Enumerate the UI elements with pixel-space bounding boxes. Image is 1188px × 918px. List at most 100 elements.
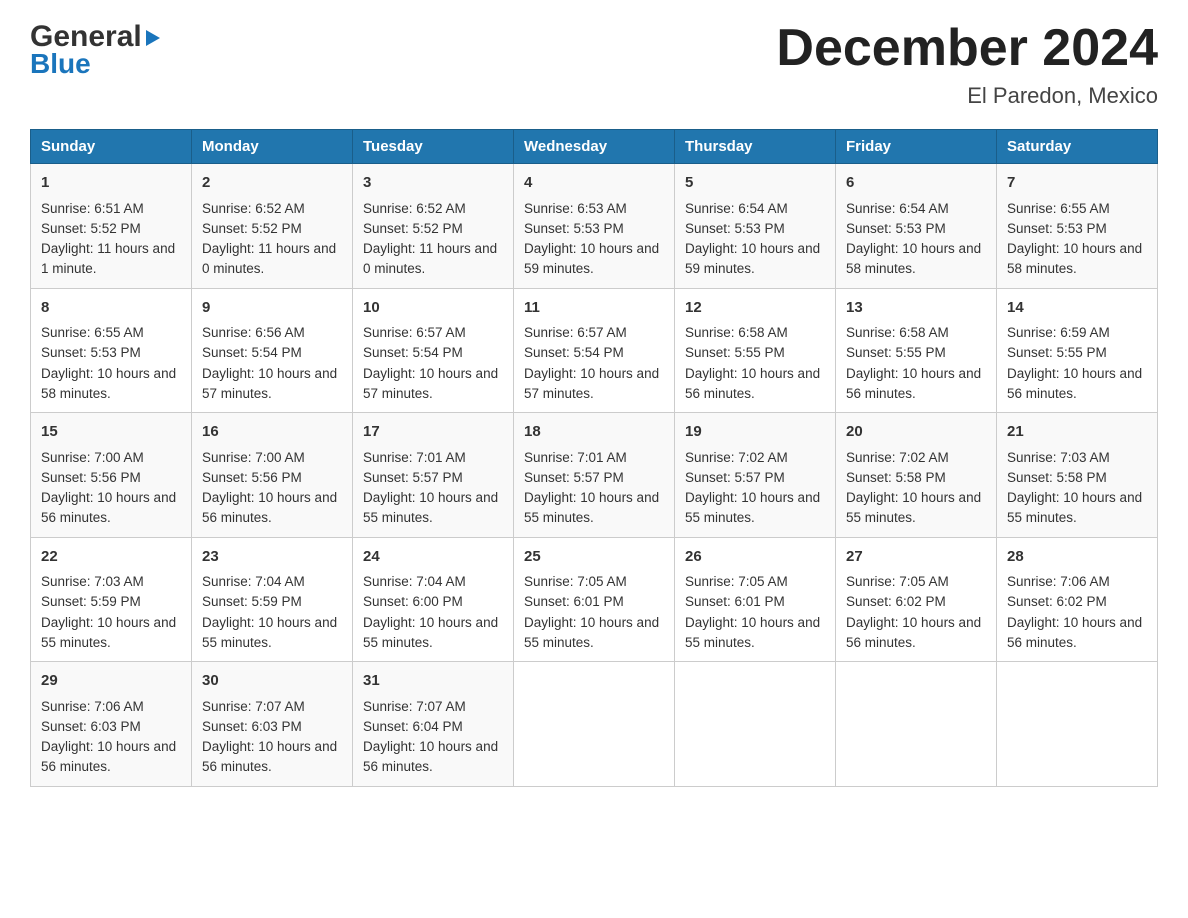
day-number: 27 xyxy=(846,546,986,569)
sunset-text: Sunset: 5:53 PM xyxy=(1007,221,1107,236)
sunset-text: Sunset: 5:59 PM xyxy=(202,594,302,609)
daylight-text: Daylight: 11 hours and 0 minutes. xyxy=(202,241,336,276)
sunset-text: Sunset: 5:57 PM xyxy=(524,470,624,485)
sunset-text: Sunset: 5:58 PM xyxy=(846,470,946,485)
calendar-cell: 7Sunrise: 6:55 AMSunset: 5:53 PMDaylight… xyxy=(997,164,1158,289)
daylight-text: Daylight: 10 hours and 58 minutes. xyxy=(846,241,981,276)
calendar-cell: 28Sunrise: 7:06 AMSunset: 6:02 PMDayligh… xyxy=(997,537,1158,662)
sunrise-text: Sunrise: 7:03 AM xyxy=(1007,450,1110,465)
day-number: 17 xyxy=(363,421,503,444)
sunset-text: Sunset: 6:02 PM xyxy=(1007,594,1107,609)
sunrise-text: Sunrise: 6:58 AM xyxy=(685,325,788,340)
day-number: 15 xyxy=(41,421,181,444)
sunrise-text: Sunrise: 7:00 AM xyxy=(41,450,144,465)
sunset-text: Sunset: 5:58 PM xyxy=(1007,470,1107,485)
daylight-text: Daylight: 10 hours and 59 minutes. xyxy=(524,241,659,276)
sunrise-text: Sunrise: 6:54 AM xyxy=(846,201,949,216)
calendar-week-row: 8Sunrise: 6:55 AMSunset: 5:53 PMDaylight… xyxy=(31,288,1158,413)
calendar-cell: 21Sunrise: 7:03 AMSunset: 5:58 PMDayligh… xyxy=(997,413,1158,538)
calendar-cell: 30Sunrise: 7:07 AMSunset: 6:03 PMDayligh… xyxy=(192,662,353,787)
daylight-text: Daylight: 10 hours and 56 minutes. xyxy=(846,366,981,401)
calendar-cell: 23Sunrise: 7:04 AMSunset: 5:59 PMDayligh… xyxy=(192,537,353,662)
day-number: 4 xyxy=(524,172,664,195)
sunrise-text: Sunrise: 7:01 AM xyxy=(363,450,466,465)
sunset-text: Sunset: 6:00 PM xyxy=(363,594,463,609)
daylight-text: Daylight: 10 hours and 56 minutes. xyxy=(41,739,176,774)
sunset-text: Sunset: 6:01 PM xyxy=(685,594,785,609)
sunset-text: Sunset: 5:55 PM xyxy=(1007,345,1107,360)
daylight-text: Daylight: 10 hours and 55 minutes. xyxy=(363,615,498,650)
sunset-text: Sunset: 5:53 PM xyxy=(41,345,141,360)
day-number: 20 xyxy=(846,421,986,444)
calendar-cell: 11Sunrise: 6:57 AMSunset: 5:54 PMDayligh… xyxy=(514,288,675,413)
sunset-text: Sunset: 6:03 PM xyxy=(202,719,302,734)
sunset-text: Sunset: 6:02 PM xyxy=(846,594,946,609)
calendar-title: December 2024 xyxy=(776,20,1158,77)
sunset-text: Sunset: 5:57 PM xyxy=(685,470,785,485)
calendar-cell: 25Sunrise: 7:05 AMSunset: 6:01 PMDayligh… xyxy=(514,537,675,662)
sunrise-text: Sunrise: 6:55 AM xyxy=(41,325,144,340)
sunset-text: Sunset: 6:04 PM xyxy=(363,719,463,734)
sunrise-text: Sunrise: 6:59 AM xyxy=(1007,325,1110,340)
day-number: 29 xyxy=(41,670,181,693)
day-number: 14 xyxy=(1007,297,1147,320)
header-monday: Monday xyxy=(192,130,353,164)
sunrise-text: Sunrise: 7:00 AM xyxy=(202,450,305,465)
daylight-text: Daylight: 10 hours and 56 minutes. xyxy=(846,615,981,650)
calendar-week-row: 29 Sunrise: 7:06 AM Sunset: 6:03 PM Dayligh… xyxy=(31,662,1158,787)
day-number: 10 xyxy=(363,297,503,320)
calendar-week-row: 22Sunrise: 7:03 AMSunset: 5:59 PMDayligh… xyxy=(31,537,1158,662)
calendar-header-row: SundayMondayTuesdayWednesdayThursdayFrid… xyxy=(31,130,1158,164)
calendar-cell: 12Sunrise: 6:58 AMSunset: 5:55 PMDayligh… xyxy=(675,288,836,413)
sunrise-text: Sunrise: 6:56 AM xyxy=(202,325,305,340)
sunset-text: Sunset: 6:03 PM xyxy=(41,719,141,734)
calendar-cell: 4 Sunrise: 6:53 AM Sunset: 5:53 PM Daylight… xyxy=(514,164,675,289)
daylight-text: Daylight: 10 hours and 55 minutes. xyxy=(524,490,659,525)
daylight-text: Daylight: 10 hours and 55 minutes. xyxy=(1007,490,1142,525)
sunrise-text: Sunrise: 7:05 AM xyxy=(685,574,788,589)
sunset-text: Sunset: 5:54 PM xyxy=(202,345,302,360)
calendar-cell: 17Sunrise: 7:01 AMSunset: 5:57 PMDayligh… xyxy=(353,413,514,538)
calendar-cell xyxy=(836,662,997,787)
header-wednesday: Wednesday xyxy=(514,130,675,164)
header-thursday: Thursday xyxy=(675,130,836,164)
page-header: General Blue December 2024 El Paredon, M… xyxy=(30,20,1158,109)
header-friday: Friday xyxy=(836,130,997,164)
daylight-text: Daylight: 10 hours and 56 minutes. xyxy=(1007,615,1142,650)
sunset-text: Sunset: 5:57 PM xyxy=(363,470,463,485)
calendar-cell: 8Sunrise: 6:55 AMSunset: 5:53 PMDaylight… xyxy=(31,288,192,413)
sunset-text: Sunset: 5:54 PM xyxy=(363,345,463,360)
logo-arrow-icon xyxy=(146,30,160,46)
daylight-text: Daylight: 10 hours and 58 minutes. xyxy=(1007,241,1142,276)
sunrise-text: Sunrise: 7:02 AM xyxy=(685,450,788,465)
calendar-cell: 29 Sunrise: 7:06 AM Sunset: 6:03 PM Dayligh… xyxy=(31,662,192,787)
sunrise-text: Sunrise: 7:07 AM xyxy=(202,699,305,714)
calendar-cell: 13Sunrise: 6:58 AMSunset: 5:55 PMDayligh… xyxy=(836,288,997,413)
day-number: 12 xyxy=(685,297,825,320)
calendar-cell: 1Sunrise: 6:51 AMSunset: 5:52 PMDaylight… xyxy=(31,164,192,289)
calendar-cell: 5Sunrise: 6:54 AMSunset: 5:53 PMDaylight… xyxy=(675,164,836,289)
daylight-text: Daylight: 10 hours and 55 minutes. xyxy=(41,615,176,650)
day-number: 11 xyxy=(524,297,664,320)
calendar-cell xyxy=(514,662,675,787)
sunrise-text: Sunrise: 7:07 AM xyxy=(363,699,466,714)
daylight-text: Daylight: 10 hours and 58 minutes. xyxy=(41,366,176,401)
day-number: 9 xyxy=(202,297,342,320)
header-tuesday: Tuesday xyxy=(353,130,514,164)
daylight-text: Daylight: 10 hours and 56 minutes. xyxy=(41,490,176,525)
daylight-text: Daylight: 10 hours and 55 minutes. xyxy=(685,490,820,525)
sunrise-text: Sunrise: 7:06 AM xyxy=(41,699,144,714)
calendar-cell: 6Sunrise: 6:54 AMSunset: 5:53 PMDaylight… xyxy=(836,164,997,289)
sunrise-text: Sunrise: 6:53 AM xyxy=(524,201,627,216)
day-number: 18 xyxy=(524,421,664,444)
sunset-text: Sunset: 5:53 PM xyxy=(524,221,624,236)
sunset-text: Sunset: 5:55 PM xyxy=(685,345,785,360)
day-number: 25 xyxy=(524,546,664,569)
sunrise-text: Sunrise: 7:02 AM xyxy=(846,450,949,465)
day-number: 19 xyxy=(685,421,825,444)
sunrise-text: Sunrise: 7:01 AM xyxy=(524,450,627,465)
daylight-text: Daylight: 10 hours and 56 minutes. xyxy=(202,739,337,774)
sunset-text: Sunset: 5:55 PM xyxy=(846,345,946,360)
sunrise-text: Sunrise: 6:55 AM xyxy=(1007,201,1110,216)
sunrise-text: Sunrise: 7:05 AM xyxy=(524,574,627,589)
